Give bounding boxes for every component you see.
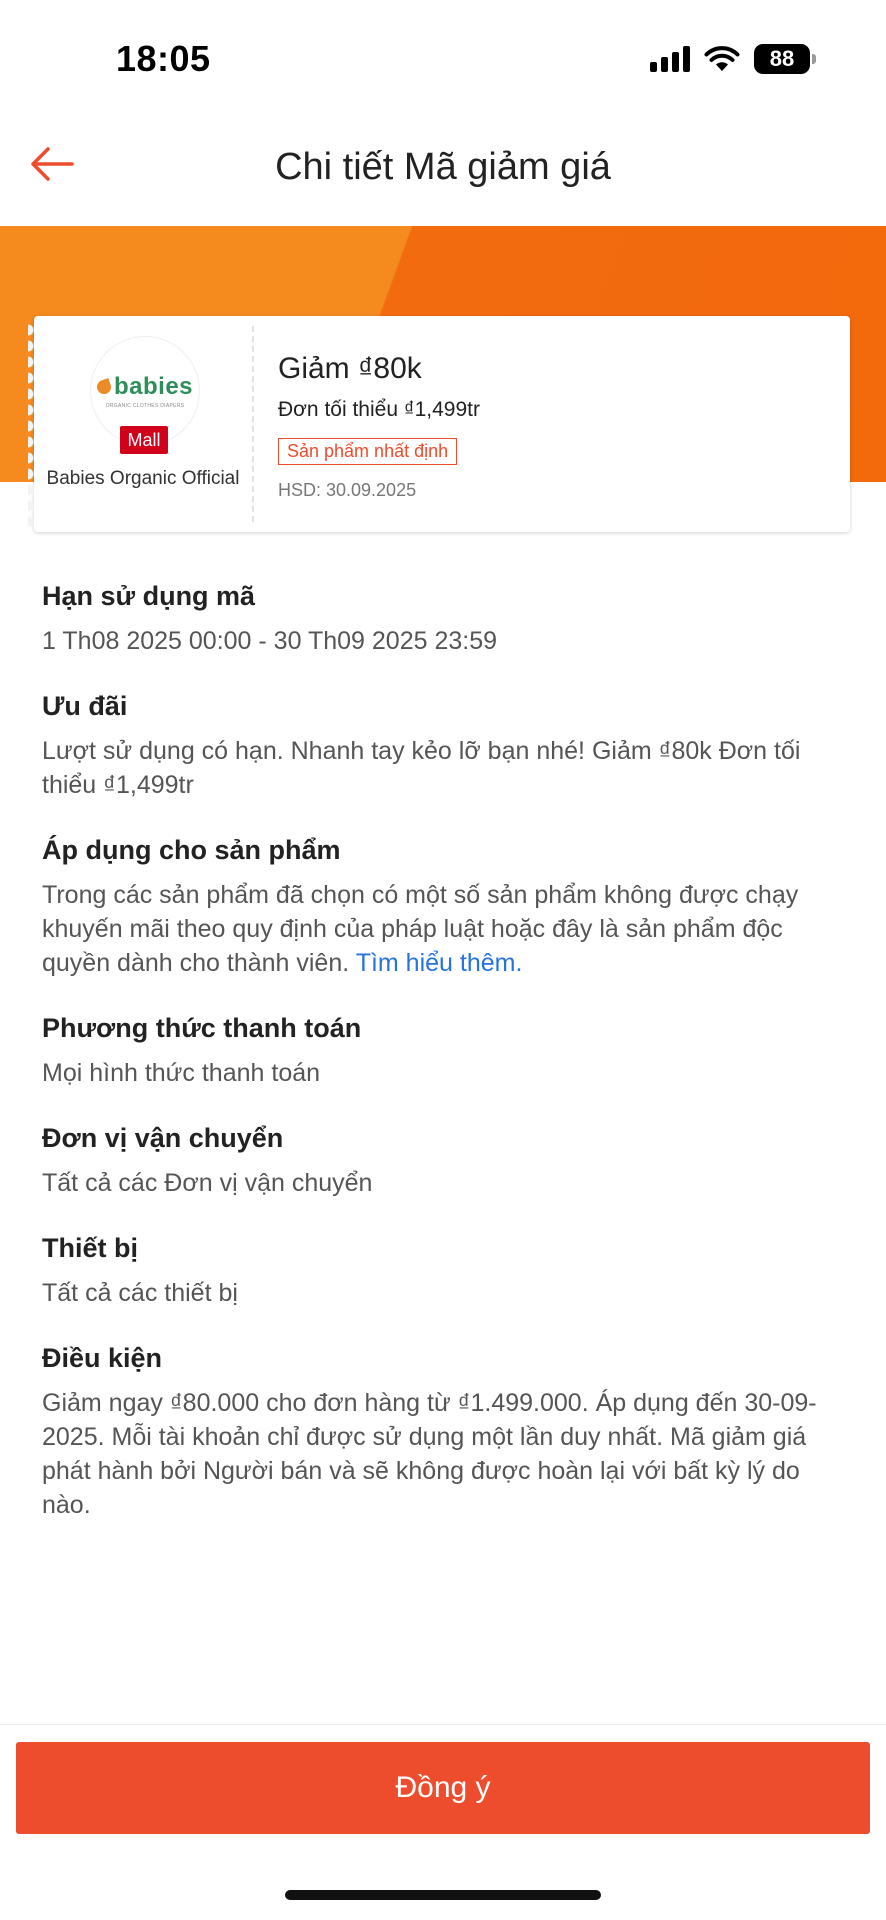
logo-tagline: ORGANIC CLOTHES DIAPERS: [105, 403, 185, 409]
section-shipping: Đơn vị vận chuyển Tất cả các Đơn vị vận …: [42, 1120, 852, 1200]
section-device: Thiết bị Tất cả các thiết bị: [42, 1230, 852, 1310]
voucher-card: babies ORGANIC CLOTHES DIAPERS Mall Babi…: [28, 316, 850, 532]
leaf-icon: [95, 378, 113, 396]
home-indicator: [285, 1890, 601, 1900]
voucher-divider: [252, 326, 254, 522]
voucher-scope-tag: Sản phẩm nhất định: [278, 438, 458, 465]
section-text: Trong các sản phẩm đã chọn có một số sản…: [42, 878, 852, 980]
section-text: 1 Th08 2025 00:00 - 30 Th09 2025 23:59: [42, 627, 498, 655]
wifi-icon: [704, 46, 740, 71]
status-time: 18:05: [116, 38, 211, 79]
voucher-expiry: HSD: 30.09.2025: [278, 480, 417, 500]
section-text: Mọi hình thức thanh toán: [42, 1059, 321, 1087]
section-validity: Hạn sử dụng mã 1 Th08 2025 00:00 - 30 Th…: [42, 578, 852, 658]
learn-more-link[interactable]: Tìm hiểu thêm.: [356, 949, 523, 977]
voucher-title: Giảm ₫80k: [278, 352, 422, 385]
voucher-min-order: Đơn tối thiểu ₫1,499tr: [278, 398, 480, 421]
voucher-shop-panel: babies ORGANIC CLOTHES DIAPERS Mall Babi…: [28, 316, 252, 532]
status-bar: 18:05 88: [0, 0, 886, 110]
section-text: Lượt sử dụng có hạn. Nhanh tay kẻo lỡ bạ…: [42, 737, 801, 799]
section-title: Phương thức thanh toán: [42, 1013, 362, 1043]
section-title: Hạn sử dụng mã: [42, 581, 256, 611]
section-text: Tất cả các Đơn vị vận chuyển: [42, 1169, 373, 1197]
agree-button[interactable]: Đồng ý: [16, 1742, 870, 1834]
section-text: Giảm ngay ₫80.000 cho đơn hàng từ ₫1.499…: [42, 1389, 817, 1519]
voucher-details-content: Hạn sử dụng mã 1 Th08 2025 00:00 - 30 Th…: [42, 578, 852, 1552]
header: Chi tiết Mã giảm giá: [0, 110, 886, 226]
section-title: Ưu đãi: [42, 691, 128, 721]
section-title: Thiết bị: [42, 1233, 138, 1263]
section-conditions: Điều kiện Giảm ngay ₫80.000 cho đơn hàng…: [42, 1340, 852, 1522]
mall-badge: Mall: [120, 426, 168, 454]
battery-icon: 88: [754, 44, 816, 74]
status-icons: 88: [650, 44, 816, 74]
page-title: Chi tiết Mã giảm giá: [275, 146, 611, 188]
section-offer: Ưu đãi Lượt sử dụng có hạn. Nhanh tay kẻ…: [42, 688, 852, 802]
section-products: Áp dụng cho sản phẩm Trong các sản phẩm …: [42, 832, 852, 980]
footer-divider: [0, 1724, 886, 1725]
section-text: Tất cả các thiết bị: [42, 1279, 238, 1307]
section-title: Điều kiện: [42, 1343, 163, 1373]
shop-name: Babies Organic Official: [46, 468, 240, 489]
logo-text: babies: [113, 373, 194, 400]
cellular-signal-icon: [650, 46, 690, 72]
voucher-details: Giảm ₫80k Đơn tối thiểu ₫1,499tr Sản phẩ…: [278, 316, 850, 532]
section-payment: Phương thức thanh toán Mọi hình thức tha…: [42, 1010, 852, 1090]
section-title: Áp dụng cho sản phẩm: [42, 835, 341, 865]
section-title: Đơn vị vận chuyển: [42, 1123, 284, 1153]
